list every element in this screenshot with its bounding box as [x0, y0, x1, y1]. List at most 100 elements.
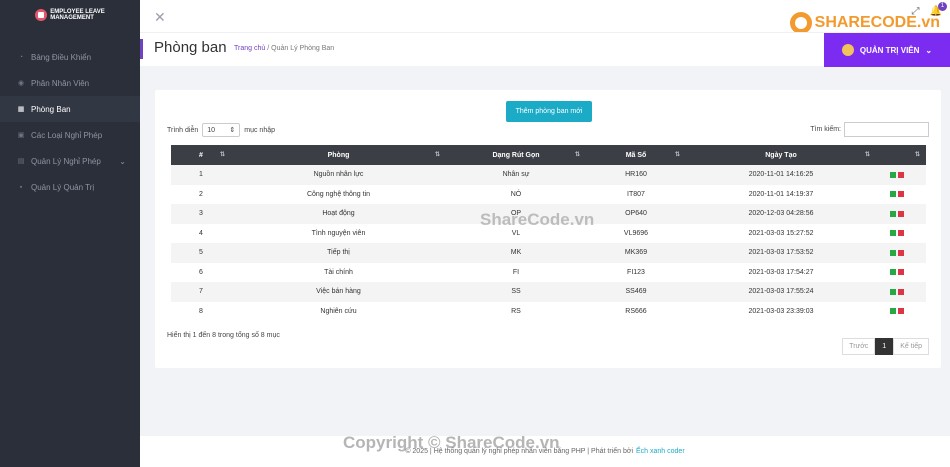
page-length-control: Trình diễn 10 ⇕ mục nhập [167, 123, 275, 137]
sort-icon: ⇅ [914, 152, 920, 158]
search-input[interactable] [844, 122, 929, 137]
sidebar-item-label: Phòng Ban [31, 104, 71, 114]
admin-label: QUẢN TRỊ VIÊN [859, 45, 920, 55]
sidebar-item-employees[interactable]: ◉ Phân Nhân Viên [0, 70, 140, 96]
users-icon: ◉ [17, 80, 25, 87]
edit-icon[interactable] [890, 249, 896, 256]
chevron-down-icon: ⌄ [119, 156, 126, 166]
cell-created: 2020-11-01 14:19:37 [748, 190, 814, 198]
edit-icon[interactable] [890, 269, 896, 276]
edit-icon[interactable] [890, 288, 896, 295]
notification-badge: 1 [938, 2, 947, 11]
cell-short-form: SS [511, 288, 521, 296]
cell-department: Tài chính [324, 268, 353, 276]
table-row: 8 Nghiên cứu RS RS666 2021-03-03 23:39:0… [171, 302, 926, 322]
folder-icon: ▤ [17, 158, 25, 165]
cell-department: Nghiên cứu [320, 307, 357, 315]
column-header-code[interactable]: Mã Số ⇅ [586, 145, 686, 165]
sidebar-item-admin-management[interactable]: ▪ Quản Lý Quản Trị [0, 174, 140, 200]
sidebar-item-label: Quản Lý Nghỉ Phép [31, 156, 101, 166]
cell-created: 2021-03-03 15:27:52 [748, 229, 814, 237]
sidebar-item-departments[interactable]: ▦ Phòng Ban [0, 96, 140, 122]
cell-code: HR160 [625, 171, 647, 179]
breadcrumb-current: Quản Lý Phòng Ban [271, 45, 335, 52]
delete-icon[interactable] [898, 288, 904, 295]
watermark-logo: SHARECODE.vn [789, 12, 940, 34]
page-length-select[interactable]: 10 ⇕ [202, 123, 241, 137]
watermark-logo-text: SHARECODE.vn [814, 14, 940, 31]
sidebar-item-leave-management[interactable]: ▤ Quản Lý Nghỉ Phép ⌄ [0, 148, 140, 174]
delete-icon[interactable] [898, 308, 904, 315]
cell-code: SS469 [625, 288, 647, 296]
sidebar: Employee Leave Management ◔ Bảng Điều Kh… [0, 0, 140, 467]
table-info: Hiển thị 1 đến 8 trong tổng số 8 mục [167, 332, 280, 339]
table-header-row: # ⇅ Phòng ⇅ Dạng Rút Gọn ⇅ Mã Số ⇅ Ngày Tạo ⇅… [171, 145, 926, 165]
edit-icon[interactable] [890, 230, 896, 237]
delete-icon[interactable] [898, 171, 904, 178]
cell-actions [876, 302, 926, 322]
footer-author-link[interactable]: Ếch xanh coder [636, 448, 685, 455]
table-row: 1 Nguồn nhân lực Nhân sự HR160 2020-11-0… [171, 165, 926, 185]
cell-department: Nguồn nhân lực [313, 171, 364, 179]
cell-number: 2 [199, 190, 203, 198]
sort-icon: ⇅ [674, 152, 680, 158]
column-header-number[interactable]: # ⇅ [171, 145, 231, 165]
edit-icon[interactable] [890, 210, 896, 217]
cell-created: 2021-03-03 17:54:27 [748, 268, 814, 276]
dashboard-icon: ◔ [18, 53, 24, 61]
column-header-department[interactable]: Phòng ⇅ [231, 145, 446, 165]
cell-actions [876, 282, 926, 302]
delete-icon[interactable] [898, 269, 904, 276]
show-prefix: Trình diễn [167, 126, 199, 134]
sidebar-item-label: Các Loại Nghỉ Phép [31, 130, 103, 140]
cell-number: 8 [199, 307, 203, 315]
cell-department: Hoạt động [322, 210, 355, 218]
pagination-prev[interactable]: Trước [842, 338, 876, 355]
search-control: Tìm kiếm: [810, 122, 929, 137]
column-header-actions[interactable]: ⇅ [876, 145, 926, 165]
pagination-page-1[interactable]: 1 [875, 338, 894, 355]
page-header: Phòng ban Trang chủ / Quản Lý Phòng Ban … [140, 32, 950, 67]
cell-number: 4 [199, 229, 203, 237]
app-logo[interactable]: Employee Leave Management [0, 0, 140, 30]
breadcrumb-home[interactable]: Trang chủ [234, 45, 265, 52]
cell-actions [876, 243, 926, 263]
table-row: 6 Tài chính FI FI123 2021-03-03 17:54:27 [171, 263, 926, 283]
page-length-value: 10 [207, 126, 216, 134]
edit-icon[interactable] [890, 171, 896, 178]
sidebar-item-dashboard[interactable]: ◔ Bảng Điều Khiển [0, 44, 140, 70]
watermark-copyright: Copyright © ShareCode.vn [343, 433, 560, 452]
chevron-down-icon: ⌄ [925, 45, 933, 55]
edit-icon[interactable] [890, 308, 896, 315]
delete-icon[interactable] [898, 191, 904, 198]
delete-icon[interactable] [898, 210, 904, 217]
cell-actions [876, 224, 926, 244]
sidebar-item-leave-types[interactable]: ▣ Các Loại Nghỉ Phép [0, 122, 140, 148]
delete-icon[interactable] [898, 230, 904, 237]
table-row: 7 Việc bán hàng SS SS469 2021-03-03 17:5… [171, 282, 926, 302]
header-accent [140, 39, 143, 59]
cell-actions [876, 204, 926, 224]
cell-number: 5 [199, 249, 203, 257]
grid-icon: ▦ [17, 106, 25, 113]
cell-short-form: Nhân sự [502, 171, 530, 179]
admin-menu-button[interactable]: QUẢN TRỊ VIÊN ⌄ [824, 33, 950, 67]
cell-code: OP640 [625, 210, 647, 218]
cell-department: Công nghệ thông tin [306, 190, 371, 198]
edit-icon[interactable] [890, 191, 896, 198]
cell-created: 2020-11-01 14:16:25 [748, 171, 814, 179]
pagination-next[interactable]: Kế tiếp [893, 338, 929, 355]
sidebar-item-label: Phân Nhân Viên [31, 78, 90, 88]
sharecode-logo-icon [789, 12, 812, 34]
column-header-created[interactable]: Ngày Tạo ⇅ [686, 145, 876, 165]
delete-icon[interactable] [898, 249, 904, 256]
logo-line-2: Management [50, 15, 94, 21]
cell-short-form: RS [511, 307, 521, 315]
cell-department: Tình nguyện viên [311, 229, 366, 237]
watermark-center: ShareCode.vn [480, 210, 595, 229]
column-header-short-form[interactable]: Dạng Rút Gọn ⇅ [446, 145, 586, 165]
add-department-button[interactable]: Thêm phòng ban mới [506, 101, 592, 122]
cell-created: 2020-12-03 04:28:56 [748, 210, 814, 218]
cell-created: 2021-03-03 17:53:52 [748, 249, 814, 257]
close-icon[interactable]: ✕ [154, 9, 166, 26]
